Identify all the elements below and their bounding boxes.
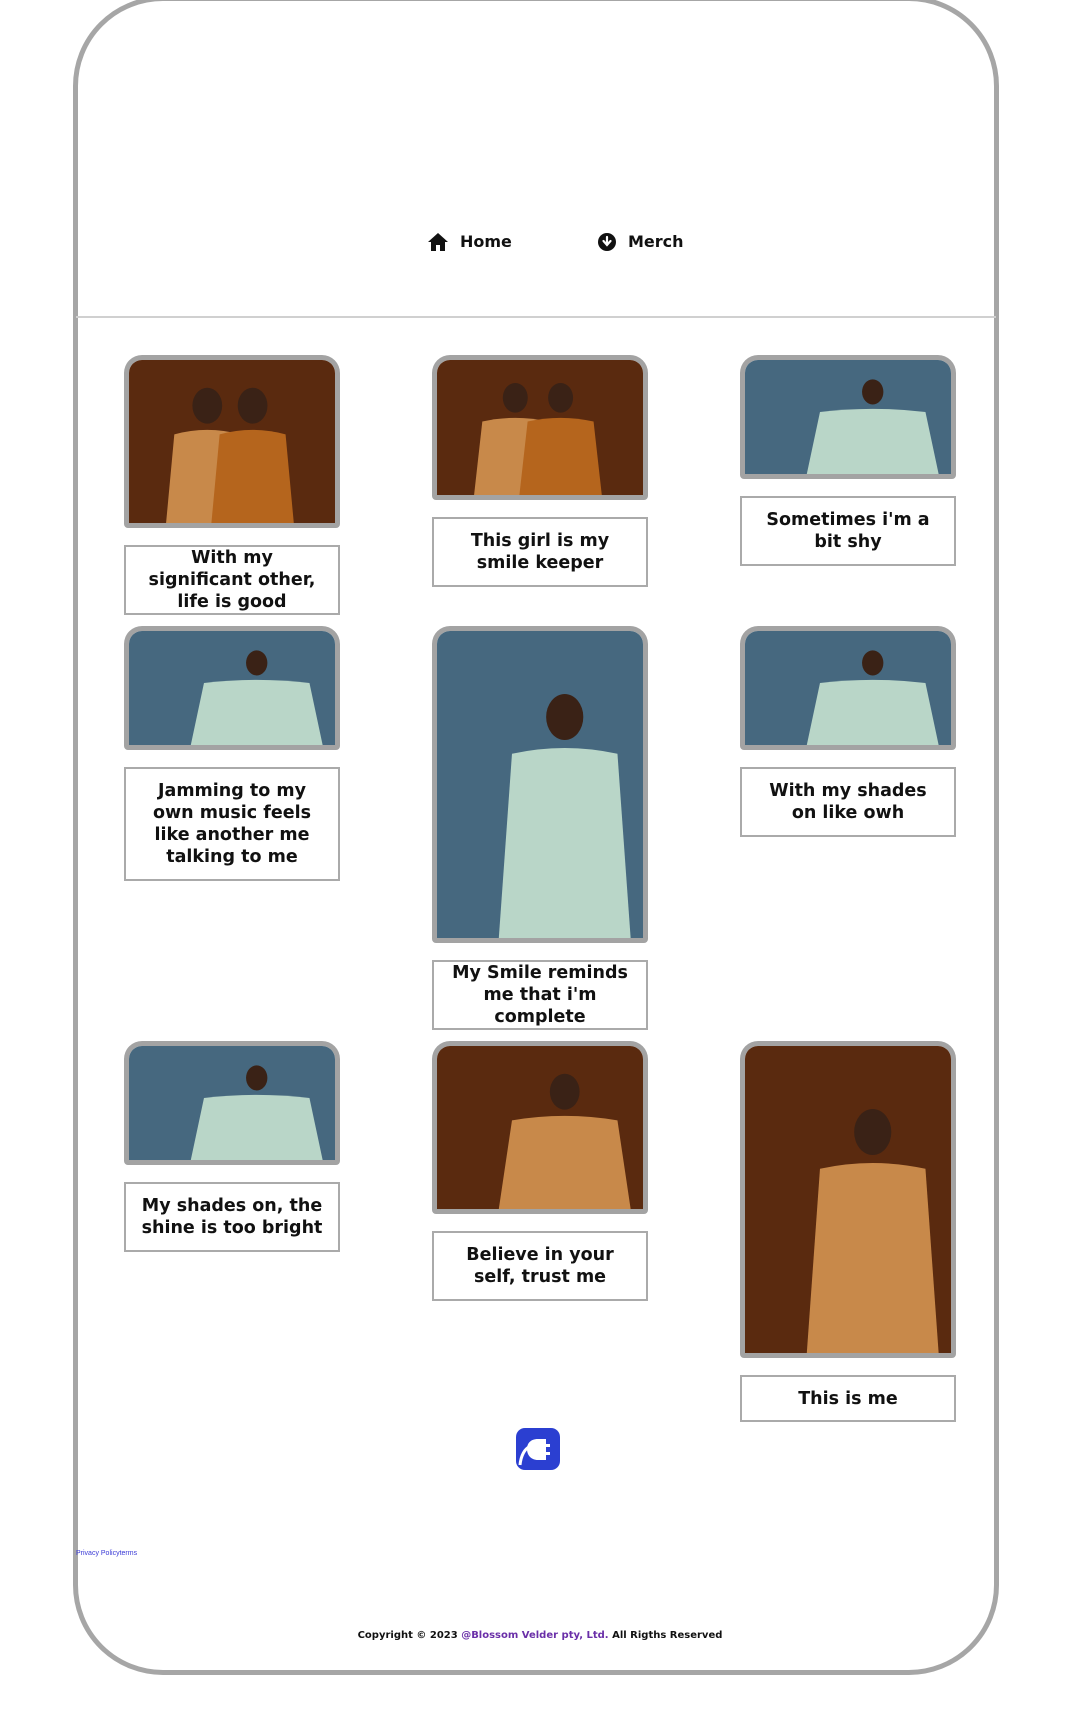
- brand-link[interactable]: @Blossom Velder pty, Ltd.: [461, 1630, 608, 1641]
- nav-merch-label: Merch: [628, 232, 684, 251]
- home-icon: [428, 232, 448, 251]
- gallery-photo[interactable]: [124, 626, 340, 750]
- gallery-caption: This is me: [740, 1375, 956, 1422]
- gallery-photo[interactable]: [432, 626, 648, 943]
- gallery-photo[interactable]: [124, 355, 340, 528]
- copyright-prefix: Copyright © 2023: [357, 1630, 462, 1641]
- gallery-photo[interactable]: [432, 1041, 648, 1214]
- nav-home-label: Home: [460, 232, 512, 251]
- gallery-caption: Sometimes i'm a bit shy: [740, 496, 956, 566]
- gallery-caption: My shades on, the shine is too bright: [124, 1182, 340, 1252]
- gallery-caption: Jamming to my own music feels like anoth…: [124, 767, 340, 881]
- footer-copyright: Copyright © 2023 @Blossom Velder pty, Lt…: [0, 1630, 1080, 1641]
- privacy-terms-link[interactable]: Privacy Policyterms: [76, 1550, 137, 1557]
- gallery-photo[interactable]: [432, 355, 648, 500]
- gallery-caption: Believe in your self, trust me: [432, 1231, 648, 1301]
- gallery-caption: With my shades on like owh: [740, 767, 956, 837]
- main-nav: Home Merch: [0, 232, 1080, 260]
- gallery-caption: With my significant other, life is good: [124, 545, 340, 615]
- gallery-caption: This girl is my smile keeper: [432, 517, 648, 587]
- arrow-down-circle-icon: [598, 232, 616, 251]
- header-divider: [76, 316, 996, 318]
- copyright-suffix: All Rigths Reserved: [608, 1630, 723, 1641]
- gallery-photo[interactable]: [740, 1041, 956, 1358]
- nav-merch-link[interactable]: Merch: [598, 232, 684, 251]
- brand-logo[interactable]: [515, 1427, 561, 1471]
- nav-home-link[interactable]: Home: [428, 232, 512, 251]
- gallery-photo[interactable]: [740, 626, 956, 750]
- gallery-photo[interactable]: [124, 1041, 340, 1165]
- gallery-photo[interactable]: [740, 355, 956, 479]
- gallery-caption: My Smile reminds me that i'm complete: [432, 960, 648, 1030]
